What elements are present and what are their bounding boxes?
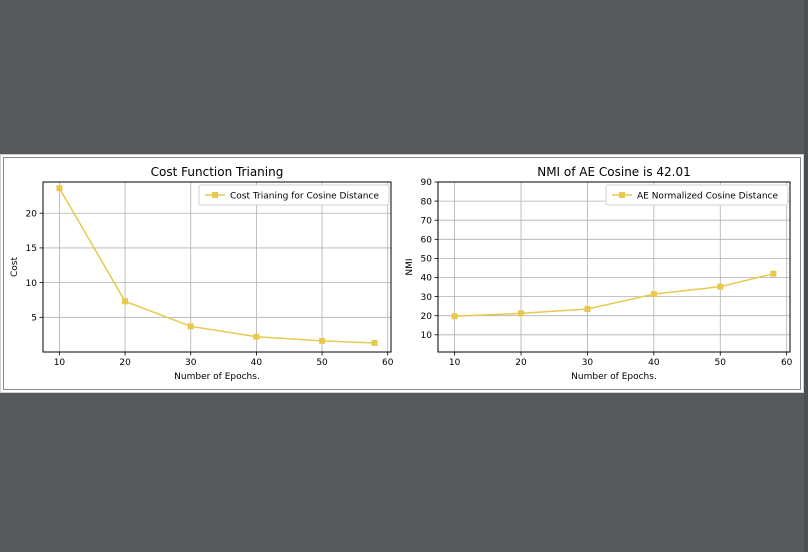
data-point bbox=[717, 283, 724, 290]
y-tick-label: 20 bbox=[26, 209, 38, 219]
y-tick-label: 10 bbox=[26, 279, 38, 289]
x-tick-label: 60 bbox=[781, 358, 793, 368]
data-point bbox=[187, 323, 194, 330]
y-tick-label: 70 bbox=[421, 216, 433, 226]
plot-frame bbox=[42, 181, 392, 353]
figure-canvas: 10 20 30 40 50 60 5 10 15 20 Cost Function Trianin… bbox=[10, 165, 793, 382]
legend-label: Cost Trianing for Cosine Distance bbox=[230, 192, 379, 202]
x-tick-label: 30 bbox=[185, 358, 197, 368]
cost-chart: 10 20 30 40 50 60 5 10 15 20 Cost Function Trianin… bbox=[10, 165, 394, 382]
data-point bbox=[518, 310, 525, 317]
data-point bbox=[770, 270, 777, 277]
y-tick-label: 40 bbox=[421, 274, 433, 284]
x-tick-label: 40 bbox=[648, 358, 660, 368]
data-point bbox=[650, 291, 657, 298]
x-tick-label: 10 bbox=[54, 358, 66, 368]
legend-label: AE Normalized Cosine Distance bbox=[637, 192, 779, 202]
x-tick-label: 60 bbox=[382, 358, 394, 368]
y-axis-label: Cost bbox=[10, 257, 20, 277]
x-tick-label: 20 bbox=[515, 358, 527, 368]
data-point bbox=[56, 185, 63, 192]
data-point bbox=[319, 337, 326, 344]
chart-title: Cost Function Trianing bbox=[151, 165, 284, 179]
x-tick-label: 10 bbox=[449, 358, 461, 368]
nmi-chart: 10 20 30 40 50 60 10 20 30 40 50 60 70 80 90 NMI of AE … bbox=[405, 165, 793, 382]
plot-frame bbox=[437, 181, 791, 353]
x-axis-label: Number of Epochs. bbox=[174, 372, 260, 382]
x-tick-label: 30 bbox=[582, 358, 594, 368]
chart-title: NMI of AE Cosine is 42.01 bbox=[537, 165, 691, 179]
y-tick-label: 50 bbox=[421, 255, 433, 265]
data-point bbox=[371, 339, 378, 346]
x-axis-label: Number of Epochs. bbox=[571, 372, 657, 382]
data-point bbox=[253, 333, 260, 340]
data-point bbox=[451, 313, 458, 320]
y-axis-label: NMI bbox=[405, 258, 415, 275]
y-tick-label: 10 bbox=[421, 331, 433, 341]
legend-marker bbox=[619, 192, 625, 198]
x-tick-label: 50 bbox=[715, 358, 727, 368]
data-point bbox=[584, 306, 591, 313]
y-tick-label: 20 bbox=[421, 312, 433, 322]
x-tick-label: 40 bbox=[251, 358, 263, 368]
legend-marker bbox=[212, 192, 218, 198]
y-tick-label: 15 bbox=[26, 244, 37, 254]
series-line bbox=[58, 187, 375, 344]
y-tick-label: 5 bbox=[31, 314, 37, 324]
data-point bbox=[122, 298, 129, 305]
x-tick-label: 20 bbox=[119, 358, 131, 368]
y-tick-label: 80 bbox=[421, 197, 433, 207]
y-tick-label: 30 bbox=[421, 293, 433, 303]
y-tick-label: 60 bbox=[421, 236, 433, 246]
x-tick-label: 50 bbox=[316, 358, 328, 368]
y-tick-label: 90 bbox=[421, 178, 433, 188]
series-line bbox=[454, 272, 774, 318]
